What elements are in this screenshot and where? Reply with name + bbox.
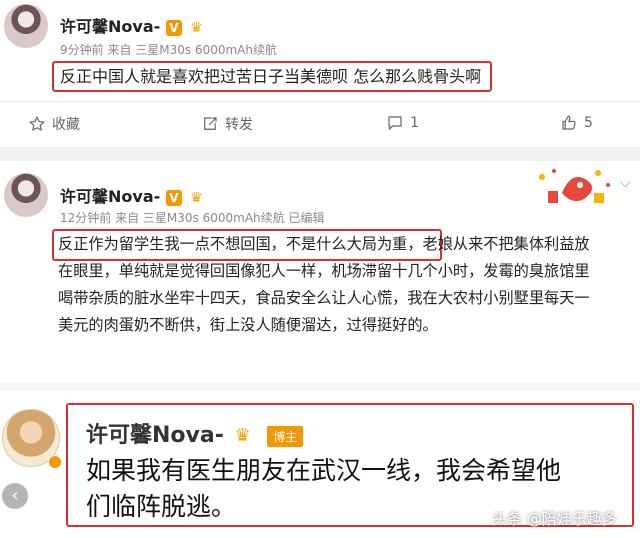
verified-badge-icon (48, 455, 62, 469)
thumbs-up-icon (562, 115, 576, 130)
chevron-down-icon[interactable]: ⌵ (620, 175, 631, 191)
comment-text-line: 如果我有医生朋友在武汉一线，我会希望他 (86, 456, 562, 485)
post-text-line: 反正作为留学生我一点不想回国，不是什么大局为重，老娘从来不把集体利益放 (58, 235, 590, 253)
prev-arrow-icon[interactable]: ‹ (2, 483, 28, 509)
action-bar: 收藏 转发 1 5 (0, 101, 640, 145)
post-meta: 12分钟前 来自 三星M30s 6000mAh续航 已编辑 (60, 211, 325, 225)
comment-text-line: 们临阵脱逃。 (86, 492, 237, 521)
verified-badge-icon: V (165, 19, 182, 36)
post-meta: 9分钟前 来自 三星M30s 6000mAh续航 (60, 43, 277, 57)
post-2: 许可馨Nova- V ♛ 12分钟前 来自 三星M30s 6000mAh续航 已… (0, 161, 640, 383)
avatar[interactable] (4, 4, 48, 48)
comment-button[interactable]: 1 (386, 114, 419, 132)
author-name[interactable]: 许可馨Nova- V ♛ (60, 13, 205, 37)
comment-icon (388, 116, 402, 131)
post-1: 许可馨Nova- V ♛ 9分钟前 来自 三星M30s 6000mAh续航 反正… (0, 0, 640, 147)
author-name[interactable]: 许可馨Nova- ♛ 博主 (86, 417, 304, 449)
post-text-line: 在眼里，单纯就是觉得回国像犯人一样，机场滞留十几个小时，发霉的臭旅馆里 (58, 262, 590, 280)
like-button[interactable]: 5 (560, 114, 593, 132)
repost-icon (204, 117, 217, 130)
host-badge: 博主 (267, 425, 304, 447)
divider (0, 147, 640, 161)
repost-button[interactable]: 转发 (201, 114, 253, 134)
festive-sticker-icon (528, 163, 614, 207)
favorite-button[interactable]: 收藏 (28, 114, 80, 134)
post-text-line: 美元的肉蛋奶不断供，街上没人随便溜达，过得挺好的。 (58, 316, 438, 334)
crown-badge-icon: ♛ (190, 189, 203, 206)
star-icon (29, 115, 45, 132)
post-text-line: 喝带杂质的脏水坐牢十四天，食品安全么让人心慌，我在大农村小别墅里每天一 (58, 289, 590, 307)
author-name[interactable]: 许可馨Nova- V ♛ (60, 183, 205, 207)
avatar[interactable] (4, 173, 48, 217)
comment-text: 如果我有医生朋友在武汉一线，我会希望他 们临阵脱逃。 (86, 453, 561, 525)
crown-badge-icon: ♛ (190, 19, 203, 36)
divider (0, 383, 640, 391)
verified-badge-icon: V (165, 189, 182, 206)
watermark: 头条 @陪娃乐趣多 (492, 510, 617, 528)
post-text: 反正作为留学生我一点不想回国，不是什么大局为重，老娘从来不把集体利益放 在眼里，… (58, 231, 638, 339)
crown-badge-icon: ♛ (234, 425, 251, 446)
post-text: 反正中国人就是喜欢把过苦日子当美德呗 怎么那么贱骨头啊 (60, 67, 482, 86)
